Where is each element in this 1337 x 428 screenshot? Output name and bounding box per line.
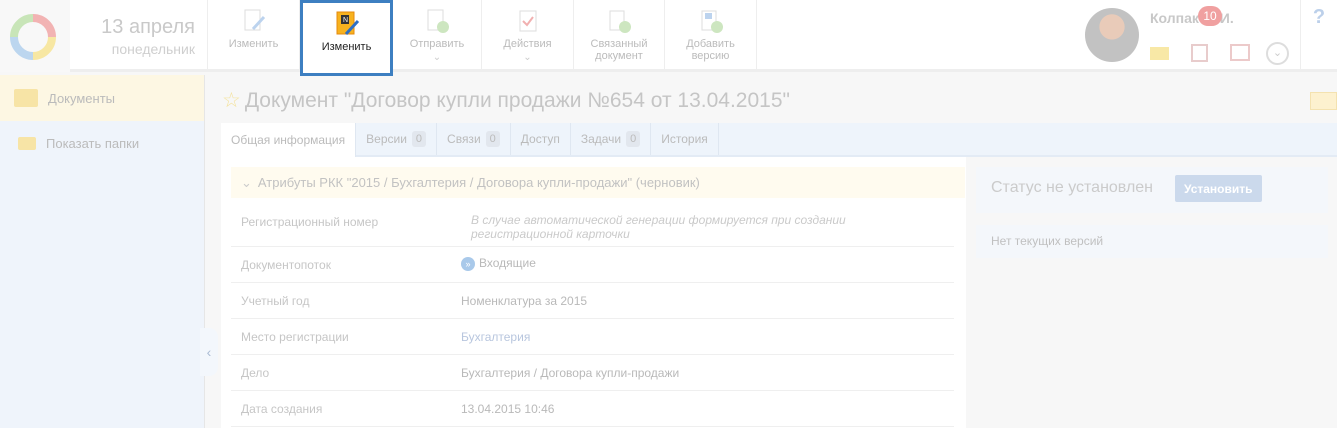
actions-button[interactable]: Действия ⌄ [482,0,574,72]
attribute-value-wrap: » Входящие [461,256,536,271]
envelope-icon[interactable] [1310,92,1337,110]
attribute-value: 13.04.2015 10:46 [461,402,555,416]
add-version-icon [701,10,723,33]
document-title: Документ "Договор купли продажи №654 от … [244,89,790,112]
attribute-value: В случае автоматической генерации формир… [471,213,846,241]
folder-icon [18,136,36,150]
tab-history[interactable]: История [651,123,719,155]
app-logo[interactable] [0,0,70,72]
attribute-value: Номенклатура за 2015 [461,294,588,308]
sidebar: Документы Показать папки [0,75,205,428]
tab-links[interactable]: Связи 0 [437,123,511,155]
attributes-header-text: Атрибуты РКК "2015 / Бухгалтерия / Догов… [257,175,700,190]
svg-text:N: N [343,17,348,24]
tab-count: 0 [411,131,427,147]
tab-label: Общая информация [231,133,346,147]
tab-label: Задачи [580,132,622,146]
attribute-row: Документопоток » Входящие [231,247,954,283]
logo-ring-icon [10,14,56,60]
tab-versions[interactable]: Версии 0 [356,123,438,155]
send-document-icon [427,9,449,33]
linked-document-button[interactable]: Связанный документ [574,0,665,72]
attributes-section-header[interactable]: ⌄ Атрибуты РКК "2015 / Бухгалтерия / Дого… [231,167,965,198]
attribute-row: Регистрационный номер В случае автоматиче… [231,206,954,247]
page-title: ☆ Документ "Договор купли продажи №654 от… [222,88,790,113]
attribute-row: Дело Бухгалтерия / Договора купли-продажи [231,355,954,391]
attributes-panel: ⌄ Атрибуты РКК "2015 / Бухгалтерия / Дого… [221,157,966,428]
mail-icon[interactable] [1150,47,1169,60]
date-day: 13 апреля [101,16,195,38]
attribute-label: Дело [241,366,270,380]
edit-document-icon [244,9,265,31]
sidebar-item-show-folders[interactable]: Показать папки [0,121,204,165]
registration-place-link[interactable]: Бухгалтерия [461,330,530,344]
send-button[interactable]: Отправить ⌄ [393,0,482,72]
sidebar-collapse-button[interactable]: ‹ [200,328,218,376]
clipboard-check-icon [519,10,536,32]
status-box: Статус не установлен Установить [976,167,1328,213]
chevron-down-icon: ⌄ [432,52,442,63]
attribute-label: Регистрационный номер [241,215,379,229]
favorite-star-icon[interactable]: ☆ [222,89,241,112]
attribute-row: Место регистрации Бухгалтерия [231,319,954,355]
attribute-label: Учетный год [241,294,310,308]
tab-access[interactable]: Доступ [511,123,571,155]
status-text: Статус не установлен [991,179,1154,196]
tasks-count-badge: 10 [1198,6,1222,26]
linked-document-label: Связанный документ [590,38,648,62]
add-version-button[interactable]: Добавить версию [665,0,757,72]
attribute-label: Дата создания [241,402,323,416]
edit-button-1[interactable]: Изменить [208,0,300,72]
document-tabs: Общая информация Версии 0 Связи 0 Доступ З… [221,123,1337,157]
add-version-label: Добавить версию [686,38,735,62]
date-weekday: понедельник [111,41,195,57]
sidebar-item-label: Показать папки [46,135,140,151]
user-avatar[interactable] [1085,8,1139,62]
send-label: Отправить [409,38,465,50]
tab-label: Связи [447,132,481,146]
attribute-label: Документопоток [241,258,331,272]
tab-tasks[interactable]: Задачи 0 [571,123,652,155]
sidebar-item-label: Документы [48,90,116,106]
linked-document-icon [609,10,631,33]
user-menu-chevron-icon[interactable]: ⌄ [1266,42,1289,65]
edit-button-2[interactable]: N Изменить [300,0,393,76]
versions-box: Нет текущих версий [976,225,1328,258]
attribute-value: Бухгалтерия / Договора купли-продажи [461,366,680,380]
top-header: 13 апреля понедельник Изменить N Изменит… [0,0,1337,76]
set-status-button[interactable]: Установить [1175,175,1262,202]
attribute-value: Входящие [479,256,536,270]
attribute-label: Место регистрации [241,330,349,344]
edit-label: Изменить [228,38,279,50]
calendar-icon[interactable] [1230,44,1250,61]
tab-label: Доступ [520,132,560,146]
tab-label: История [661,132,708,146]
sidebar-item-documents[interactable]: Документы [0,75,204,121]
actions-label: Действия [503,38,552,50]
help-button[interactable]: ? [1300,0,1337,72]
tab-label: Версии [366,132,407,146]
chevron-down-icon: ⌄ [523,52,532,63]
no-versions-text: Нет текущих версий [991,234,1104,248]
tasks-icon[interactable] [1191,44,1208,62]
tab-general[interactable]: Общая информация [221,123,357,157]
chevron-down-icon: ⌄ [241,175,252,190]
attribute-row: Учетный год Номенклатура за 2015 [231,283,954,319]
tab-count: 0 [626,131,641,147]
folder-open-icon [14,89,38,107]
attribute-row: Дата создания 13.04.2015 10:46 [231,391,954,427]
current-date: 13 апреля понедельник [70,0,208,72]
incoming-flow-icon: » [461,256,475,271]
edit-label: Изменить [321,41,372,53]
tab-count: 0 [485,131,500,147]
edit-document-highlight-icon: N [336,11,359,36]
